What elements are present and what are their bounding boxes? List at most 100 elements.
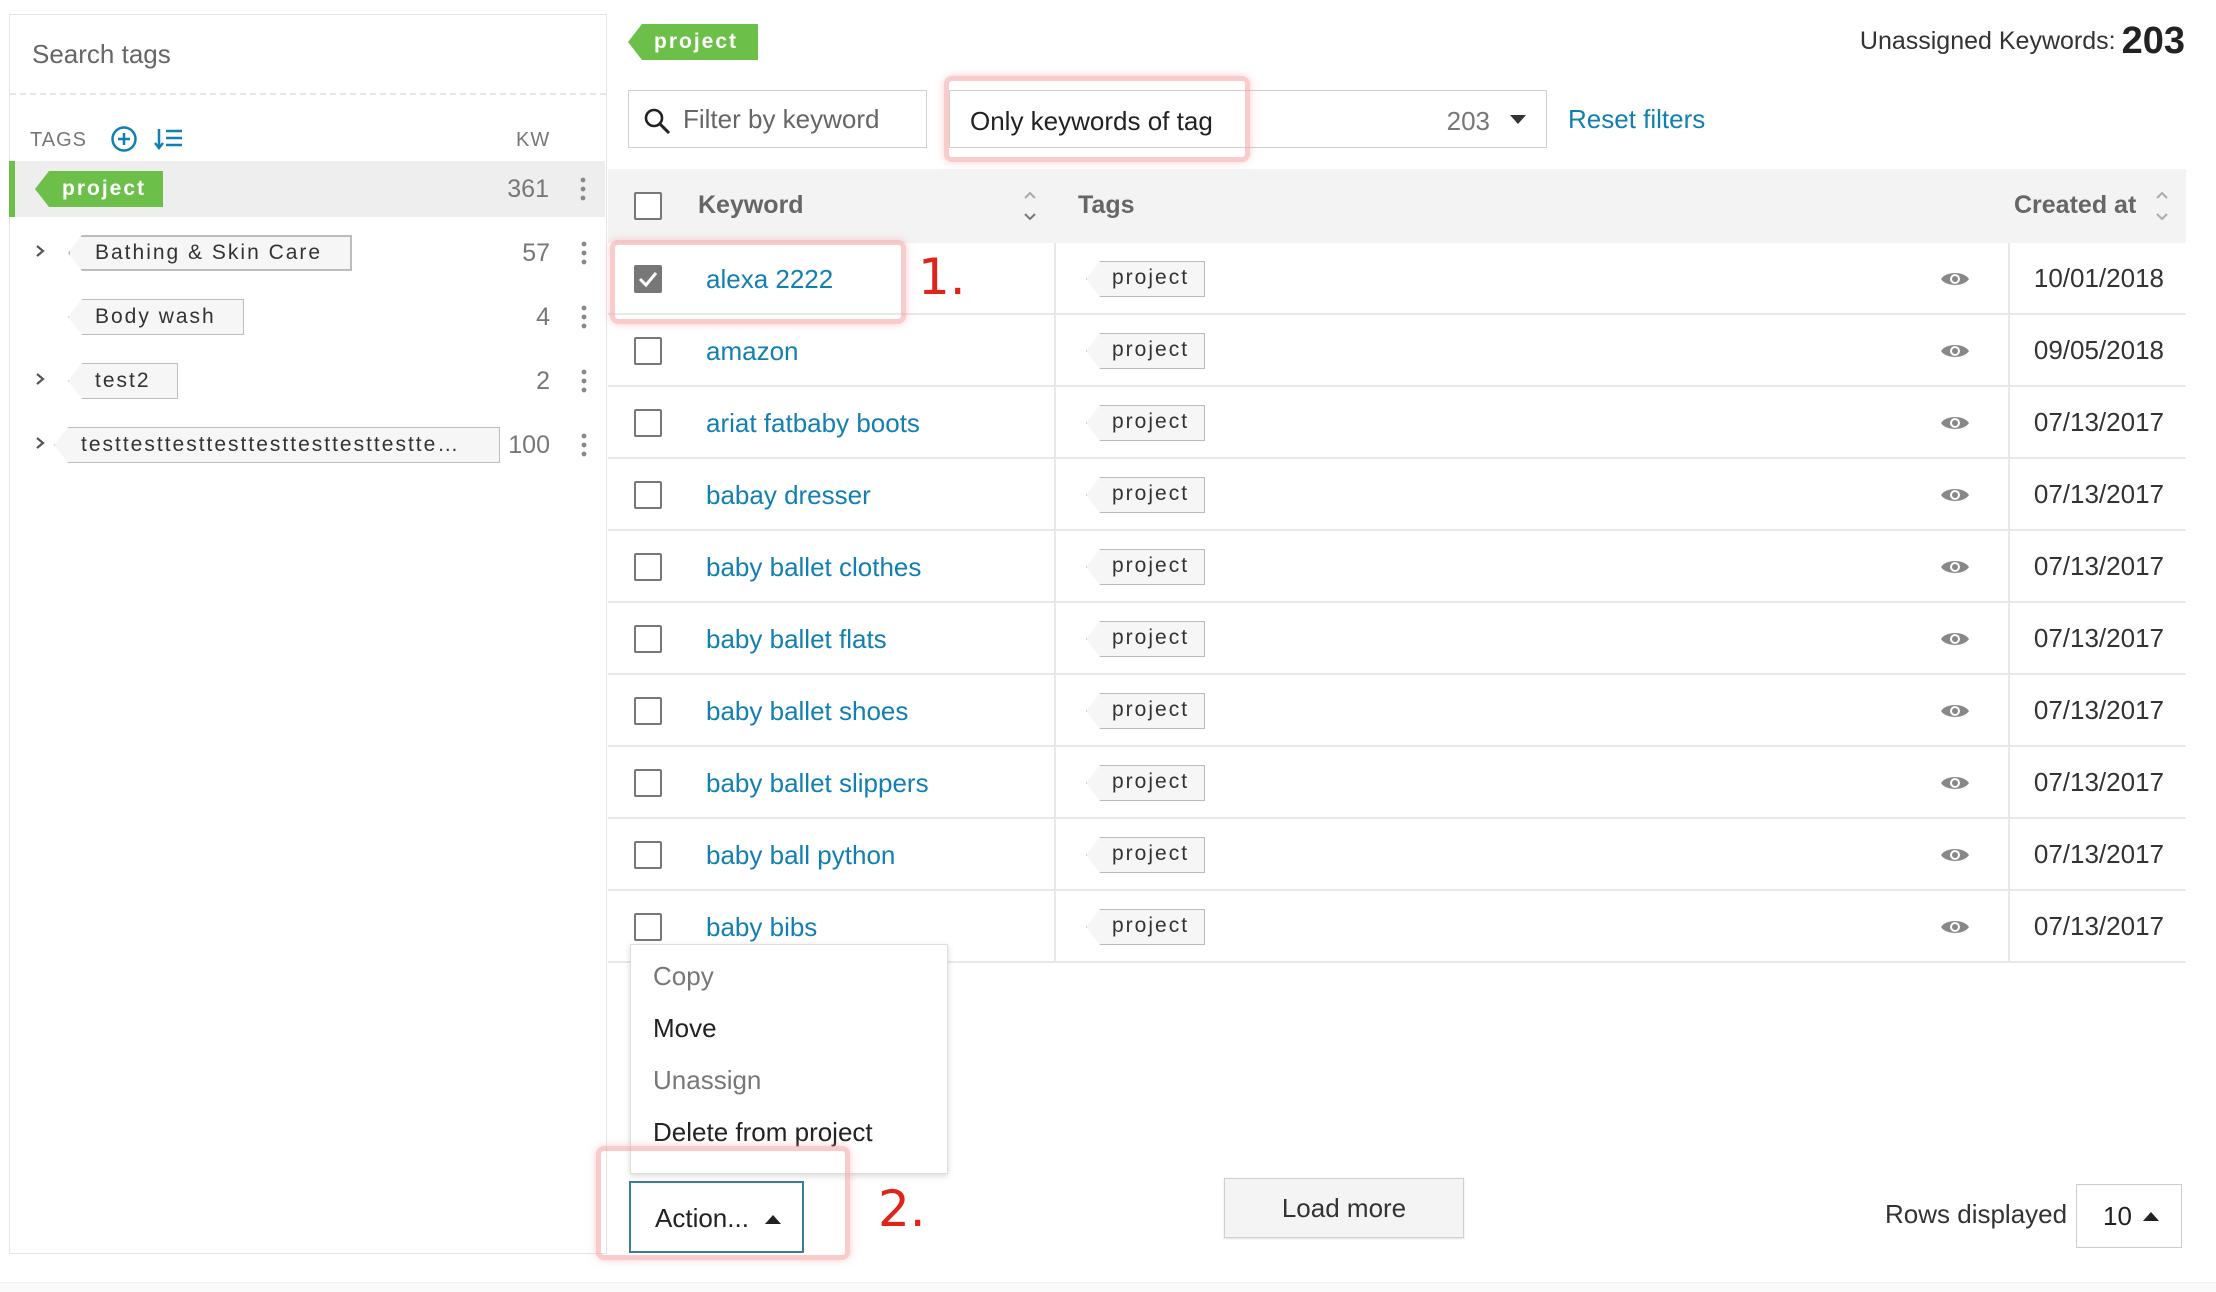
sort-icon[interactable] bbox=[1022, 189, 1038, 223]
sidebar-tag-testtest[interactable]: testtesttesttesttesttesttesttestte… 100 bbox=[10, 417, 606, 473]
chevron-right-icon[interactable] bbox=[30, 239, 50, 263]
row-checkbox[interactable] bbox=[634, 913, 662, 941]
eye-icon[interactable] bbox=[1940, 485, 1970, 505]
more-vertical-icon[interactable] bbox=[580, 303, 588, 331]
sort-icon[interactable] bbox=[2154, 189, 2170, 223]
tag-chip: test2 bbox=[68, 363, 178, 399]
caret-up-icon bbox=[2143, 1212, 2159, 1221]
eye-icon[interactable] bbox=[1940, 773, 1970, 793]
rows-displayed-select[interactable]: 10 bbox=[2076, 1184, 2182, 1248]
current-tag-badge: project bbox=[628, 24, 759, 60]
more-vertical-icon[interactable] bbox=[580, 367, 588, 395]
row-checkbox[interactable] bbox=[634, 769, 662, 797]
eye-icon[interactable] bbox=[1940, 845, 1970, 865]
load-more-button[interactable]: Load more bbox=[1224, 1178, 1464, 1238]
filter-keyword-input[interactable] bbox=[683, 91, 923, 147]
table-row: amazon project 09/05/2018 bbox=[608, 315, 2186, 387]
row-checkbox[interactable] bbox=[634, 265, 662, 293]
menu-item-unassign[interactable]: Unassign bbox=[653, 1065, 761, 1096]
table-header: Keyword Tags Created at bbox=[608, 169, 2186, 243]
caret-down-icon bbox=[1510, 115, 1526, 124]
search-icon bbox=[644, 108, 671, 135]
keyword-link[interactable]: ariat fatbaby boots bbox=[706, 408, 920, 439]
row-checkbox[interactable] bbox=[634, 697, 662, 725]
table-row: baby ballet slippers project 07/13/2017 bbox=[608, 747, 2186, 819]
row-checkbox[interactable] bbox=[634, 481, 662, 509]
tag-filter-label: Only keywords of tag bbox=[970, 106, 1213, 136]
row-tag-chip[interactable]: project bbox=[1086, 477, 1206, 513]
row-tag-chip[interactable]: project bbox=[1086, 909, 1206, 945]
row-checkbox[interactable] bbox=[634, 553, 662, 581]
row-tag-chip[interactable]: project bbox=[1086, 837, 1206, 873]
keyword-link[interactable]: baby ballet slippers bbox=[706, 768, 929, 799]
created-date: 07/13/2017 bbox=[2033, 839, 2164, 869]
row-tag-chip[interactable]: project bbox=[1086, 549, 1206, 585]
action-button-label: Action... bbox=[655, 1203, 749, 1233]
eye-icon[interactable] bbox=[1940, 917, 1970, 937]
eye-icon[interactable] bbox=[1940, 341, 1970, 361]
tag-chip: testtesttesttesttesttesttesttestte… bbox=[54, 427, 500, 463]
created-date: 07/13/2017 bbox=[2033, 623, 2164, 653]
eye-icon[interactable] bbox=[1940, 701, 1970, 721]
eye-icon[interactable] bbox=[1940, 557, 1970, 577]
keyword-column-header: Keyword bbox=[698, 191, 804, 219]
keyword-link[interactable]: baby ballet clothes bbox=[706, 552, 921, 583]
more-vertical-icon[interactable] bbox=[579, 175, 587, 203]
keyword-link[interactable]: alexa 2222 bbox=[706, 264, 833, 295]
row-checkbox[interactable] bbox=[634, 625, 662, 653]
created-date: 07/13/2017 bbox=[2033, 407, 2164, 437]
row-tag-chip[interactable]: project bbox=[1086, 765, 1206, 801]
created-date: 07/13/2017 bbox=[2033, 911, 2164, 941]
filter-keyword-field[interactable] bbox=[628, 90, 927, 148]
plus-circle-icon[interactable] bbox=[110, 125, 138, 153]
row-tag-chip[interactable]: project bbox=[1086, 405, 1206, 441]
created-date: 07/13/2017 bbox=[2033, 767, 2164, 797]
search-tags-input[interactable] bbox=[10, 15, 606, 95]
tag-filter-count: 203 bbox=[1446, 106, 1490, 136]
row-tag-chip[interactable]: project bbox=[1086, 621, 1206, 657]
sidebar-tag-test2[interactable]: test2 2 bbox=[10, 353, 606, 409]
tag-filter-select[interactable]: Only keywords of tag 203 bbox=[949, 90, 1547, 148]
row-tag-chip[interactable]: project bbox=[1086, 261, 1206, 297]
row-checkbox[interactable] bbox=[634, 409, 662, 437]
keyword-link[interactable]: baby ballet flats bbox=[706, 624, 887, 655]
sort-list-icon[interactable] bbox=[154, 125, 184, 153]
reset-filters-link[interactable]: Reset filters bbox=[1568, 104, 1705, 135]
select-all-checkbox[interactable] bbox=[634, 192, 662, 220]
keyword-link[interactable]: amazon bbox=[706, 336, 799, 367]
menu-item-delete-from-project[interactable]: Delete from project bbox=[653, 1117, 873, 1148]
more-vertical-icon[interactable] bbox=[580, 239, 588, 267]
annotation-step-1: 1. bbox=[918, 248, 966, 306]
table-row: baby ball python project 07/13/2017 bbox=[608, 819, 2186, 891]
caret-up-icon bbox=[765, 1215, 781, 1224]
menu-item-move[interactable]: Move bbox=[653, 1013, 717, 1044]
menu-item-copy[interactable]: Copy bbox=[653, 961, 714, 992]
row-tag-chip[interactable]: project bbox=[1086, 693, 1206, 729]
keyword-link[interactable]: baby bibs bbox=[706, 912, 817, 943]
keyword-link[interactable]: baby ball python bbox=[706, 840, 895, 871]
chevron-right-icon[interactable] bbox=[30, 367, 50, 391]
created-date: 09/05/2018 bbox=[2033, 335, 2164, 365]
sidebar-tag-body-wash[interactable]: Body wash 4 bbox=[10, 289, 606, 345]
tag-chip: Body wash bbox=[68, 299, 244, 335]
row-checkbox[interactable] bbox=[634, 337, 662, 365]
action-button[interactable]: Action... bbox=[629, 1181, 804, 1253]
created-column-header: Created at bbox=[2014, 191, 2137, 219]
eye-icon[interactable] bbox=[1940, 269, 1970, 289]
keyword-link[interactable]: baby ballet shoes bbox=[706, 696, 908, 727]
table-row: babay dresser project 07/13/2017 bbox=[608, 459, 2186, 531]
eye-icon[interactable] bbox=[1940, 413, 1970, 433]
keyword-link[interactable]: babay dresser bbox=[706, 480, 871, 511]
more-vertical-icon[interactable] bbox=[580, 431, 588, 459]
chevron-right-icon[interactable] bbox=[30, 431, 50, 455]
eye-icon[interactable] bbox=[1940, 629, 1970, 649]
sidebar-tag-bathing-skin-care[interactable]: Bathing & Skin Care 57 bbox=[10, 225, 606, 281]
row-tag-chip[interactable]: project bbox=[1086, 333, 1206, 369]
sidebar-tag-project[interactable]: project 361 bbox=[9, 161, 605, 217]
created-date: 10/01/2018 bbox=[2033, 263, 2164, 293]
tag-keyword-count: 361 bbox=[507, 175, 549, 203]
tags-header: TAGS KW bbox=[10, 115, 606, 163]
row-checkbox[interactable] bbox=[634, 841, 662, 869]
created-date: 07/13/2017 bbox=[2033, 479, 2164, 509]
tag-chip: Bathing & Skin Care bbox=[68, 235, 352, 271]
